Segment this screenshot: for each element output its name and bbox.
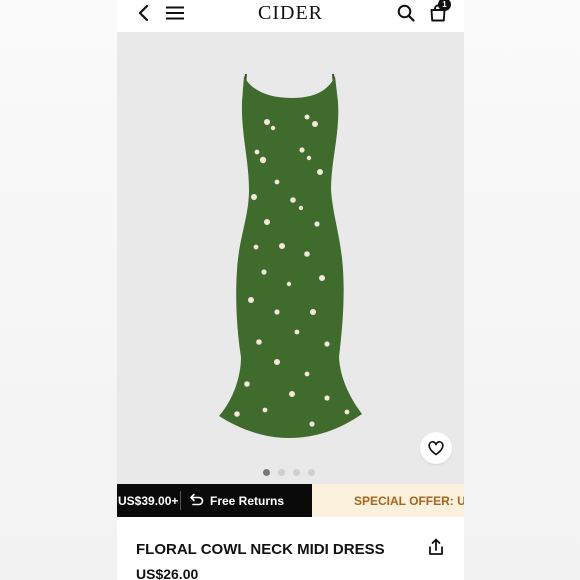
- free-returns-label: Free Returns: [210, 494, 285, 508]
- promo-divider: [180, 491, 181, 510]
- gallery-pagination: [263, 469, 315, 476]
- product-info: FLORAL COWL NECK MIDI DRESS US$26.00: [117, 517, 464, 580]
- pagination-dot-2[interactable]: [278, 469, 285, 476]
- search-button[interactable]: [391, 0, 421, 26]
- special-offer-text: SPECIAL OFFER: UP: [354, 493, 464, 508]
- heart-outline-icon: [428, 440, 444, 455]
- cart-button[interactable]: 1: [423, 0, 453, 26]
- product-screen: CIDER 1 US$39.00+ Free Returns SPECIAL O…: [117, 0, 464, 580]
- backdrop-right: [464, 0, 580, 580]
- cart-count-badge: 1: [438, 0, 451, 11]
- pagination-dot-4[interactable]: [308, 469, 315, 476]
- free-returns-threshold: US$39.00+: [118, 494, 179, 508]
- special-offer-banner[interactable]: SPECIAL OFFER: UP: [312, 484, 464, 517]
- return-arrow-icon: [190, 493, 204, 506]
- wishlist-button[interactable]: [420, 432, 452, 464]
- product-price: US$26.00: [136, 566, 199, 580]
- dress-image: [219, 73, 362, 438]
- search-icon: [397, 4, 415, 22]
- pagination-dot-3[interactable]: [293, 469, 300, 476]
- top-bar: CIDER 1: [117, 0, 464, 32]
- promo-banner[interactable]: US$39.00+ Free Returns SPECIAL OFFER: UP: [117, 484, 464, 517]
- share-icon: [429, 538, 443, 555]
- product-image-gallery[interactable]: [117, 32, 464, 484]
- backdrop-left: [0, 0, 117, 580]
- pagination-dot-1[interactable]: [263, 469, 270, 476]
- product-title: FLORAL COWL NECK MIDI DRESS: [136, 541, 385, 558]
- share-button[interactable]: [427, 538, 445, 561]
- free-returns-banner[interactable]: US$39.00+ Free Returns: [117, 484, 312, 517]
